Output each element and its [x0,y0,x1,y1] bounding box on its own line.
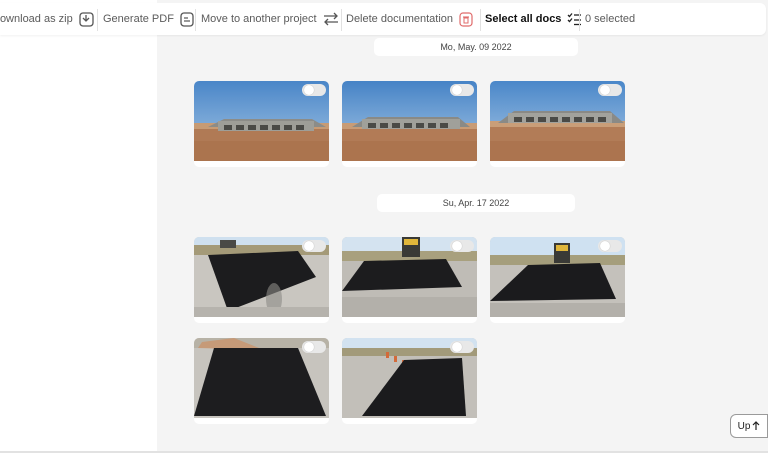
selected-count-label: 0 selected [585,13,636,25]
photo-card[interactable] [490,81,625,167]
toolbar-divider [97,9,98,31]
toolbar-divider [341,9,342,31]
select-toggle[interactable] [598,240,622,252]
delete-documentation-label: Delete documentation [346,13,454,25]
toolbar-divider [195,9,196,31]
zip-file-icon [79,11,94,27]
checklist-icon [567,12,582,26]
generate-pdf-button[interactable]: Generate PDF [103,3,194,35]
trash-icon [459,11,473,27]
select-all-docs-label: Select all docs [485,13,562,25]
select-toggle[interactable] [450,240,474,252]
select-toggle[interactable] [450,341,474,353]
select-all-docs-button[interactable]: Select all docs [485,3,582,35]
photo-card[interactable] [342,81,477,167]
move-project-label: Move to another project [201,13,317,25]
toolbar-divider [480,9,481,31]
select-toggle[interactable] [302,84,326,96]
date-header: Mo, May. 09 2022 [374,38,578,56]
up-label: Up [737,420,751,432]
download-zip-label: Download as zip [0,13,73,25]
documentation-gallery[interactable]: Mo, May. 09 2022 Su, Apr. 17 2022 [157,0,768,453]
photo-card[interactable] [342,237,477,323]
select-toggle[interactable] [302,240,326,252]
photo-card[interactable] [342,338,477,424]
select-toggle[interactable] [302,341,326,353]
documentation-toolbar: Download as zip Generate PDF Move to ano… [0,3,766,35]
scroll-up-button[interactable]: Up [730,414,768,438]
photo-card[interactable] [194,338,329,424]
selected-count: 0 selected [585,3,635,35]
delete-documentation-button[interactable]: Delete documentation [346,3,473,35]
photo-card[interactable] [490,237,625,323]
move-project-button[interactable]: Move to another project [201,3,339,35]
left-panel [0,0,157,453]
swap-arrows-icon [323,12,339,26]
photo-card[interactable] [194,81,329,167]
date-header: Su, Apr. 17 2022 [377,194,575,212]
generate-pdf-label: Generate PDF [103,13,174,25]
select-toggle[interactable] [450,84,474,96]
select-toggle[interactable] [598,84,622,96]
arrow-up-icon [752,421,760,431]
download-zip-button[interactable]: Download as zip [0,3,94,35]
pdf-document-icon [180,11,194,27]
photo-card[interactable] [194,237,329,323]
toolbar-divider [579,9,580,31]
